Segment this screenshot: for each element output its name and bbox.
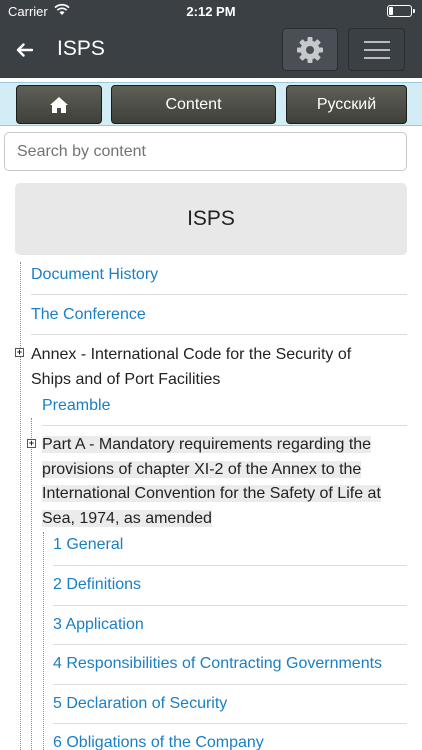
search-box — [4, 132, 407, 171]
divider — [53, 723, 407, 724]
navigation-bar: ISPS — [0, 22, 422, 78]
tree-item-general[interactable]: 1 General — [53, 533, 123, 558]
clock: 2:12 PM — [186, 4, 236, 19]
divider — [42, 425, 407, 426]
content-button[interactable]: Content — [111, 85, 276, 124]
divider — [53, 684, 407, 685]
tree-guide-line — [31, 418, 32, 750]
part-a-line-4: Sea, 1974, as amended — [42, 509, 212, 527]
document-title: ISPS — [15, 183, 407, 255]
toolbar: Content Русский — [0, 82, 422, 126]
status-bar: Carrier 2:12 PM — [0, 0, 422, 22]
tree-guide-line — [20, 262, 21, 750]
page-title: ISPS — [57, 37, 105, 60]
tree-guide-line — [43, 532, 44, 750]
tree-item-definitions[interactable]: 2 Definitions — [53, 573, 141, 598]
home-icon — [50, 96, 68, 113]
gear-icon — [297, 36, 323, 63]
tree-item-preamble[interactable]: Preamble — [42, 394, 110, 419]
part-a-line-1: Part A - Mandatory requirements regardin… — [42, 436, 372, 453]
home-button[interactable] — [16, 85, 102, 124]
divider — [31, 294, 407, 295]
tree-item-responsibilities[interactable]: 4 Responsibilities of Contracting Govern… — [53, 652, 382, 677]
tree-item-declaration-of-security[interactable]: 5 Declaration of Security — [53, 692, 227, 717]
tree-item-the-conference[interactable]: The Conference — [31, 303, 146, 328]
divider — [53, 605, 407, 606]
tree-item-application[interactable]: 3 Application — [53, 613, 144, 638]
divider — [53, 644, 407, 645]
divider — [31, 334, 407, 335]
annex-line-1: Annex - International Code for the Secur… — [31, 346, 352, 363]
arrow-left-icon — [16, 43, 33, 57]
battery-icon — [387, 5, 415, 17]
tree-item-annex[interactable]: Annex - International Code for the Secur… — [31, 343, 351, 392]
language-button[interactable]: Русский — [286, 85, 407, 124]
part-a-line-3: International Convention for the Safety … — [42, 485, 381, 502]
tree-item-part-a[interactable]: Part A - Mandatory requirements regardin… — [42, 433, 381, 531]
hamburger-menu-icon — [363, 35, 390, 65]
expand-annex-icon[interactable]: + — [15, 348, 24, 357]
divider — [53, 565, 407, 566]
search-input[interactable] — [5, 133, 406, 170]
tree-item-obligations-of-company[interactable]: 6 Obligations of the Company — [53, 731, 264, 750]
annex-line-2: Ships and of Port Facilities — [31, 370, 221, 388]
settings-button[interactable] — [282, 28, 338, 71]
expand-part-a-icon[interactable]: + — [27, 439, 36, 448]
part-a-line-2: provisions of chapter XI-2 of the Annex … — [42, 460, 362, 478]
menu-button[interactable] — [348, 28, 405, 71]
back-button[interactable] — [10, 36, 38, 64]
tree-item-document-history[interactable]: Document History — [31, 263, 158, 288]
